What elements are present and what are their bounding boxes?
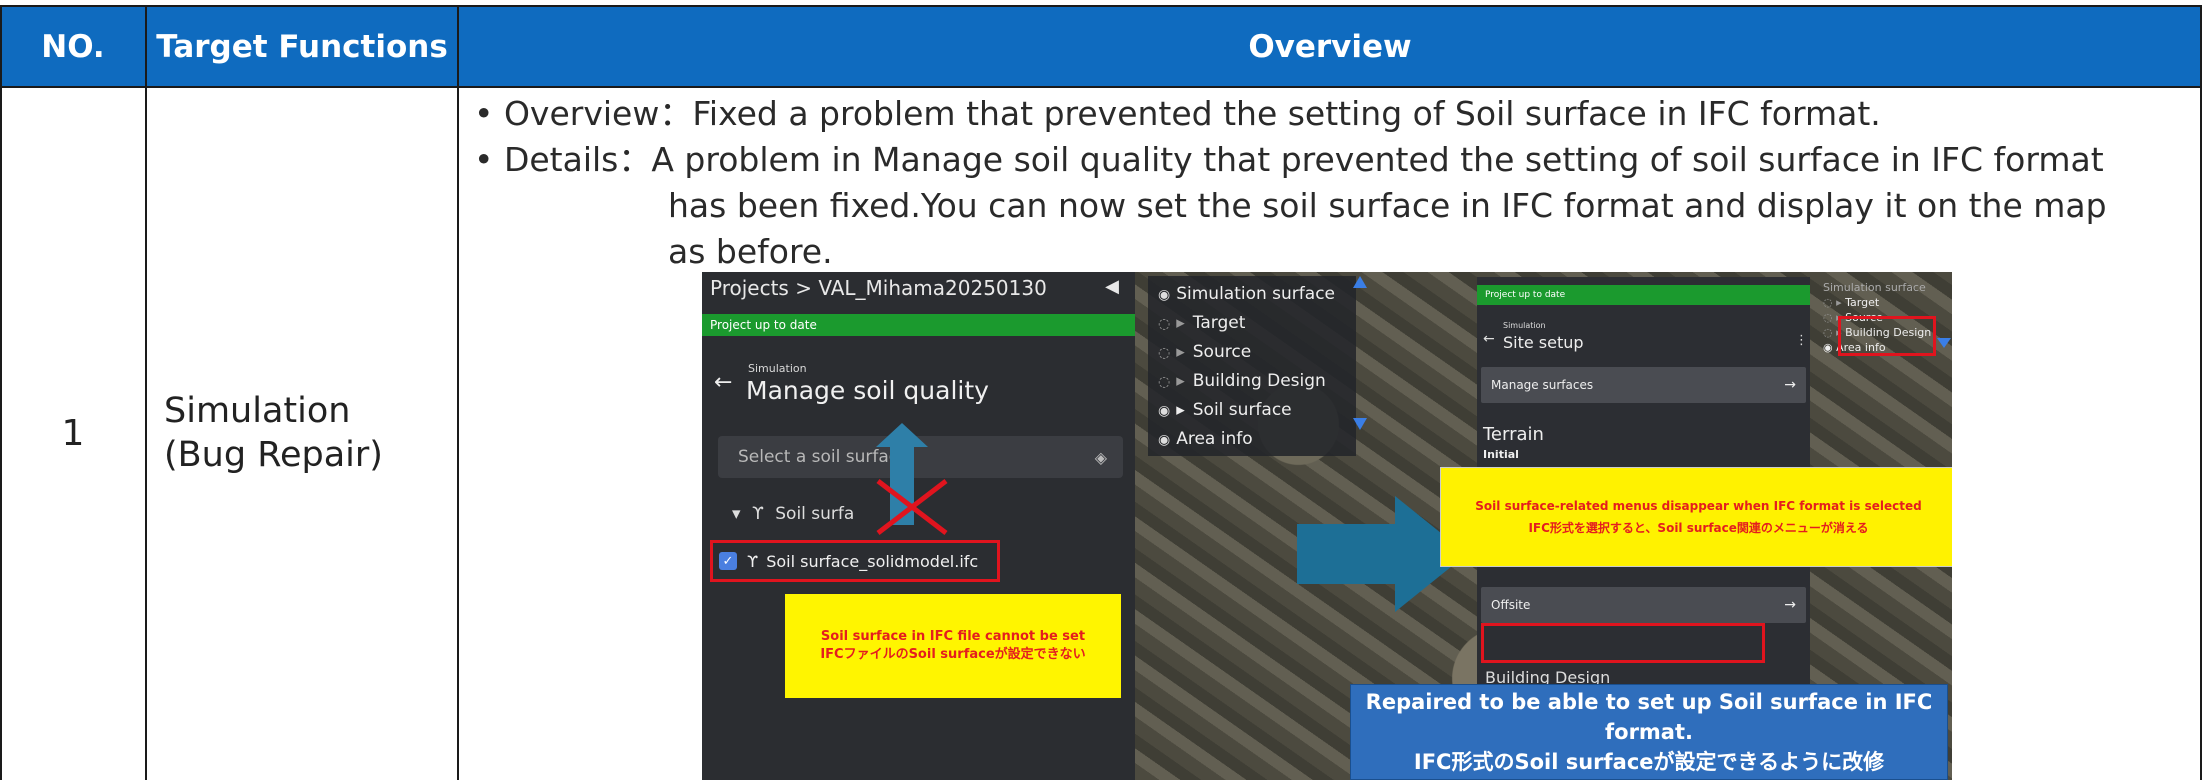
details-continuation-2: as before. [668, 232, 833, 271]
layer-item[interactable]: ◉ Area info [1158, 425, 1346, 454]
layer-item[interactable]: ◉ Simulation surface [1158, 280, 1346, 309]
panel-title: Site setup [1503, 333, 1584, 352]
layers-icon: ◈ [1094, 447, 1107, 467]
layer-list: ◉ Simulation surface ◌ ▸ Target ◌ ▸ Source ◌ ▸… [1148, 276, 1356, 456]
details-continuation-1: has been fixed.You can now set the soil … [668, 186, 2107, 225]
row-number: 1 [61, 412, 85, 454]
mini-layer-label[interactable]: Simulation surface [1823, 280, 1946, 295]
issue-note-en: Soil surface in IFC file cannot be set [820, 629, 1086, 644]
chevron-right-icon: ▸ [1176, 400, 1185, 420]
table-border-top [0, 5, 2202, 7]
status-bar: Project up to date [1477, 285, 1810, 305]
layer-item[interactable]: ◌ ▸ Target [1158, 309, 1346, 338]
scroll-up-icon[interactable] [1353, 276, 1367, 288]
back-arrow-icon[interactable]: ← [714, 370, 732, 395]
offsite-button[interactable]: Offsite → [1481, 587, 1806, 623]
eye-icon[interactable]: ◉ [1158, 403, 1170, 419]
layer-item[interactable]: ◉ ▸ Soil surface [1158, 396, 1346, 425]
terrain-sublabel: Initial [1483, 448, 1519, 461]
layer-label: Source [1192, 342, 1252, 362]
overview-bullet: • Overview：Fixed a problem that prevente… [474, 94, 1881, 133]
soil-surface-item[interactable]: ✓ ϒ Soil surface_solidmodel.ifc [710, 540, 1000, 582]
header-overview-label: Overview [1248, 28, 1412, 65]
header-no: NO. [0, 7, 146, 86]
layer-label: Area info [1176, 429, 1253, 449]
eye-icon[interactable]: ◉ [1158, 432, 1170, 448]
layer-item[interactable]: ◌ ▸ Building Design [1158, 367, 1346, 396]
layer-label: Building Design [1192, 371, 1326, 391]
row-target-function: Simulation (Bug Repair) [146, 86, 458, 780]
sprout-icon: ϒ [751, 504, 764, 524]
layer-label: Soil surface [1192, 400, 1292, 420]
sprout-icon: ϒ [747, 551, 759, 571]
issue-note-jp: IFCファイルのSoil surfaceが設定できない [820, 647, 1086, 662]
manage-soil-panel: Projects > VAL_Mihama20250130 ◀ Project … [702, 272, 1135, 780]
item-label: Soil surface_solidmodel.ifc [766, 551, 979, 571]
arrow-right-icon: → [1784, 377, 1796, 393]
more-menu-icon[interactable]: ⋮ [1795, 333, 1808, 348]
highlight-box [1481, 623, 1765, 663]
chevron-right-icon: ▸ [1176, 342, 1185, 362]
cross-mark-icon [876, 479, 948, 535]
collapse-panel-icon[interactable]: ◀ [1105, 276, 1119, 297]
expand-caret-icon: ▾ [732, 504, 741, 524]
header-functions-label: Target Functions [156, 28, 448, 65]
header-overview: Overview [458, 7, 2202, 86]
chevron-right-icon: ▸ [1176, 371, 1185, 391]
chevron-right-icon: ▸ [1176, 313, 1185, 333]
eye-off-icon[interactable]: ◌ [1158, 345, 1170, 361]
terrain-label: Terrain [1483, 424, 1544, 445]
issue-note-2: Soil surface-related menus disappear whe… [1440, 467, 1952, 567]
manage-surfaces-button[interactable]: Manage surfaces → [1481, 367, 1806, 403]
section-label: Simulation [748, 362, 807, 375]
soil-surface-group[interactable]: ▾ ϒ Soil surfa [732, 504, 854, 524]
fix-caption: Repaired to be able to set up Soil surfa… [1350, 684, 1948, 780]
highlight-box-layers [1838, 316, 1936, 356]
embedded-screenshot: Projects > VAL_Mihama20250130 ◀ Project … [702, 272, 1952, 780]
status-bar: Project up to date [702, 314, 1135, 336]
mini-layer-label: Target [1845, 296, 1880, 309]
header-no-label: NO. [41, 28, 105, 65]
issue-note-2-en: Soil surface-related menus disappear whe… [1475, 499, 1922, 513]
page-title: Manage soil quality [746, 376, 989, 405]
issue-note-2-jp: IFC形式を選択すると、Soil surface関連のメニューが消える [1528, 521, 1869, 535]
select-placeholder: Select a soil surface [738, 447, 909, 467]
eye-icon[interactable]: ◉ [1158, 287, 1170, 303]
layer-item[interactable]: ◌ ▸ Source [1158, 338, 1346, 367]
mini-layer-item[interactable]: ◌ ▸ Target [1823, 295, 1946, 310]
eye-off-icon: ◌ ▸ [1823, 296, 1846, 309]
fix-caption-en: Repaired to be able to set up Soil surfa… [1365, 690, 1933, 744]
breadcrumb[interactable]: Projects > VAL_Mihama20250130 [710, 276, 1047, 300]
button-label: Manage surfaces [1491, 378, 1594, 392]
header-target-functions: Target Functions [146, 7, 458, 86]
terrain-section: Terrain Initial [1483, 425, 1544, 465]
release-notes-table: NO. Target Functions Overview 1 Simulati… [0, 0, 2202, 780]
layer-label: Target [1192, 313, 1246, 333]
checkbox-checked-icon[interactable]: ✓ [719, 552, 737, 570]
back-arrow-icon[interactable]: ← [1483, 331, 1495, 347]
eye-off-icon[interactable]: ◌ [1158, 316, 1170, 332]
eye-off-icon[interactable]: ◌ [1158, 374, 1170, 390]
arrow-right-icon: → [1784, 597, 1796, 613]
section-label: Simulation [1503, 321, 1546, 330]
function-line-1: Simulation [164, 391, 351, 431]
fix-caption-jp: IFC形式のSoil surfaceが設定できるように改修 [1413, 750, 1885, 774]
details-bullet: • Details：A problem in Manage soil quali… [474, 140, 2104, 179]
function-line-2: (Bug Repair) [164, 435, 383, 475]
scroll-down-icon[interactable] [1937, 338, 1951, 348]
button-label: Offsite [1491, 598, 1531, 612]
group-label: Soil surfa [775, 504, 855, 524]
scroll-down-icon[interactable] [1353, 418, 1367, 430]
issue-note: Soil surface in IFC file cannot be set I… [785, 594, 1121, 698]
eye-icon: ◉ [1823, 341, 1837, 354]
layer-label: Simulation surface [1176, 284, 1336, 304]
